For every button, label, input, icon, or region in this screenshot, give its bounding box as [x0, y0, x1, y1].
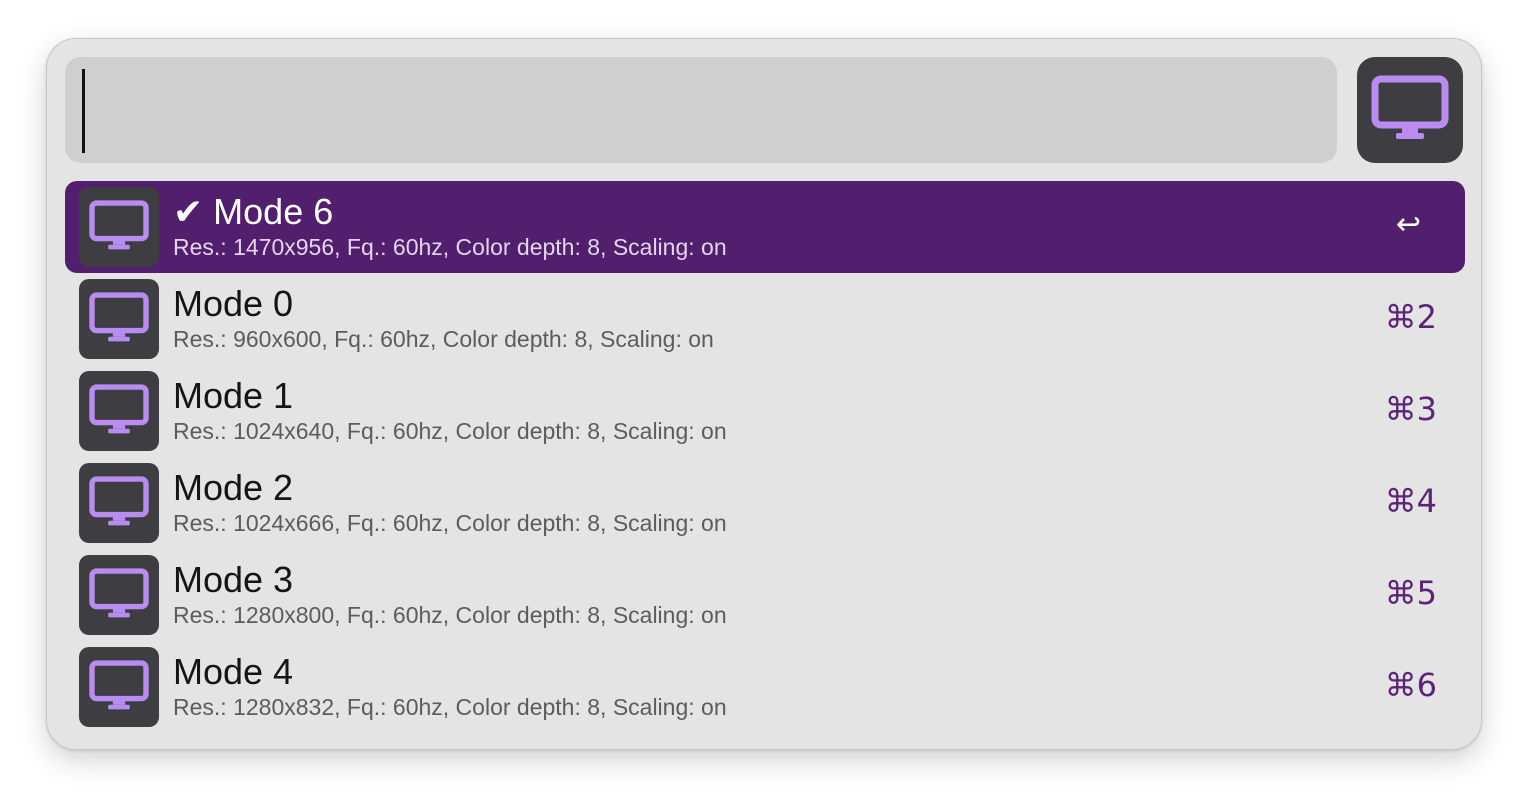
monitor-icon: [1357, 57, 1463, 163]
search-box[interactable]: [65, 57, 1337, 163]
result-title: Mode 3: [173, 559, 294, 600]
result-title: Mode 4: [173, 651, 294, 692]
results-list: ✔ Mode 6 Res.: 1470x956, Fq.: 60hz, Colo…: [65, 181, 1465, 733]
keyboard-shortcut: ⌘3: [1384, 390, 1437, 428]
keyboard-shortcut: ⌘5: [1384, 574, 1437, 612]
keyboard-shortcut: ⌘6: [1384, 666, 1437, 704]
result-row[interactable]: Mode 3 Res.: 1280x800, Fq.: 60hz, Color …: [65, 549, 1465, 641]
result-row[interactable]: Mode 2 Res.: 1024x666, Fq.: 60hz, Color …: [65, 457, 1465, 549]
result-subtitle: Res.: 1024x640, Fq.: 60hz, Color depth: …: [173, 418, 727, 444]
result-row[interactable]: Mode 0 Res.: 960x600, Fq.: 60hz, Color d…: [65, 273, 1465, 365]
result-title: Mode 2: [173, 467, 294, 508]
monitor-icon: [79, 371, 159, 451]
monitor-icon: [79, 555, 159, 635]
result-subtitle: Res.: 1024x666, Fq.: 60hz, Color depth: …: [173, 510, 727, 536]
monitor-icon: [79, 187, 159, 267]
result-subtitle: Res.: 1280x832, Fq.: 60hz, Color depth: …: [173, 694, 727, 720]
text-caret: [82, 69, 85, 153]
monitor-icon: [79, 279, 159, 359]
result-title: Mode 0: [173, 283, 294, 324]
return-key-icon: ↩: [1395, 207, 1421, 242]
keyboard-shortcut: ⌘2: [1384, 298, 1437, 336]
result-row[interactable]: ✔ Mode 6 Res.: 1470x956, Fq.: 60hz, Colo…: [65, 181, 1465, 273]
launcher-window: ✔ Mode 6 Res.: 1470x956, Fq.: 60hz, Colo…: [46, 38, 1482, 750]
result-row[interactable]: Mode 4 Res.: 1280x832, Fq.: 60hz, Color …: [65, 641, 1465, 733]
result-subtitle: Res.: 960x600, Fq.: 60hz, Color depth: 8…: [173, 326, 714, 352]
result-subtitle: Res.: 1280x800, Fq.: 60hz, Color depth: …: [173, 602, 727, 628]
search-input[interactable]: [89, 67, 1319, 153]
keyboard-shortcut: ⌘4: [1384, 482, 1437, 520]
result-row[interactable]: Mode 1 Res.: 1024x640, Fq.: 60hz, Color …: [65, 365, 1465, 457]
result-title: Mode 1: [173, 375, 294, 416]
result-title: ✔ Mode 6: [173, 191, 334, 232]
result-subtitle: Res.: 1470x956, Fq.: 60hz, Color depth: …: [173, 234, 727, 260]
monitor-icon: [79, 647, 159, 727]
monitor-icon: [79, 463, 159, 543]
